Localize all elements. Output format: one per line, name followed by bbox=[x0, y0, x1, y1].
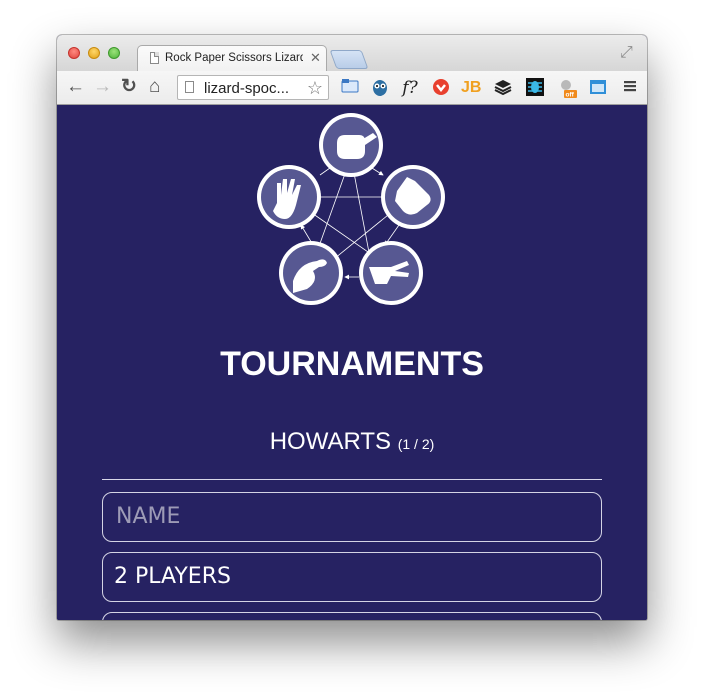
rock-icon bbox=[319, 113, 383, 177]
forward-button[interactable]: → bbox=[93, 77, 112, 97]
spock-icon bbox=[257, 165, 321, 229]
adblock-icon[interactable] bbox=[431, 78, 451, 98]
browser-tab[interactable]: Rock Paper Scissors Lizard Spock ✕ bbox=[137, 45, 327, 72]
svg-text:off: off bbox=[566, 92, 575, 99]
window-minimize-button[interactable] bbox=[88, 47, 100, 59]
page-icon bbox=[150, 52, 159, 64]
menu-icon[interactable] bbox=[620, 78, 640, 98]
players-value: 2 PLAYERS bbox=[114, 564, 231, 589]
title-bar: Rock Paper Scissors Lizard Spock ✕ ⤢ bbox=[57, 35, 647, 72]
lizard-icon bbox=[279, 241, 343, 305]
window-maximize-button[interactable] bbox=[108, 47, 120, 59]
name-field[interactable] bbox=[102, 492, 602, 542]
next-field[interactable] bbox=[102, 612, 602, 620]
browser-toolbar: ← → ↻ ⌂ lizard-spoc... ☆ f? JB off bbox=[57, 71, 647, 105]
reload-button[interactable]: ↻ bbox=[121, 77, 137, 97]
bookmark-star-icon[interactable]: ☆ bbox=[307, 78, 323, 99]
back-button[interactable]: ← bbox=[66, 77, 85, 97]
jb-icon[interactable]: JB bbox=[461, 78, 481, 98]
home-button[interactable]: ⌂ bbox=[149, 77, 160, 97]
folder-icon[interactable] bbox=[340, 78, 360, 98]
name-input[interactable] bbox=[114, 503, 588, 530]
rpsls-logo bbox=[257, 113, 445, 305]
page-title: TOURNAMENTS bbox=[220, 345, 484, 383]
font-question-icon[interactable]: f? bbox=[400, 78, 420, 98]
page-icon bbox=[185, 81, 194, 93]
new-tab-button[interactable] bbox=[329, 50, 369, 69]
fullscreen-icon[interactable]: ⤢ bbox=[620, 44, 633, 62]
window-icon[interactable] bbox=[588, 78, 608, 98]
players-field[interactable]: 2 PLAYERS bbox=[102, 552, 602, 602]
divider bbox=[102, 479, 602, 480]
layers-icon[interactable] bbox=[493, 78, 513, 98]
tournament-count: (1 / 2) bbox=[397, 436, 435, 452]
robot-off-icon[interactable]: off bbox=[557, 78, 577, 99]
scissors-icon bbox=[359, 241, 423, 305]
bug-icon[interactable] bbox=[525, 78, 545, 98]
paper-icon bbox=[381, 165, 445, 229]
tournament-name: HOWARTS bbox=[269, 428, 392, 455]
window-close-button[interactable] bbox=[68, 47, 80, 59]
address-bar[interactable]: lizard-spoc... ☆ bbox=[177, 75, 329, 100]
url-text[interactable]: lizard-spoc... bbox=[204, 80, 304, 97]
tab-title: Rock Paper Scissors Lizard Spock bbox=[165, 52, 303, 64]
page-content: TOURNAMENTS HOWARTS (1 / 2) 2 PLAYERS bbox=[57, 105, 647, 620]
owl-icon[interactable] bbox=[370, 78, 390, 98]
tournament-header: HOWARTS (1 / 2) bbox=[57, 428, 647, 456]
browser-window: Rock Paper Scissors Lizard Spock ✕ ⤢ ← →… bbox=[57, 35, 647, 620]
tab-close-icon[interactable]: ✕ bbox=[310, 50, 321, 66]
